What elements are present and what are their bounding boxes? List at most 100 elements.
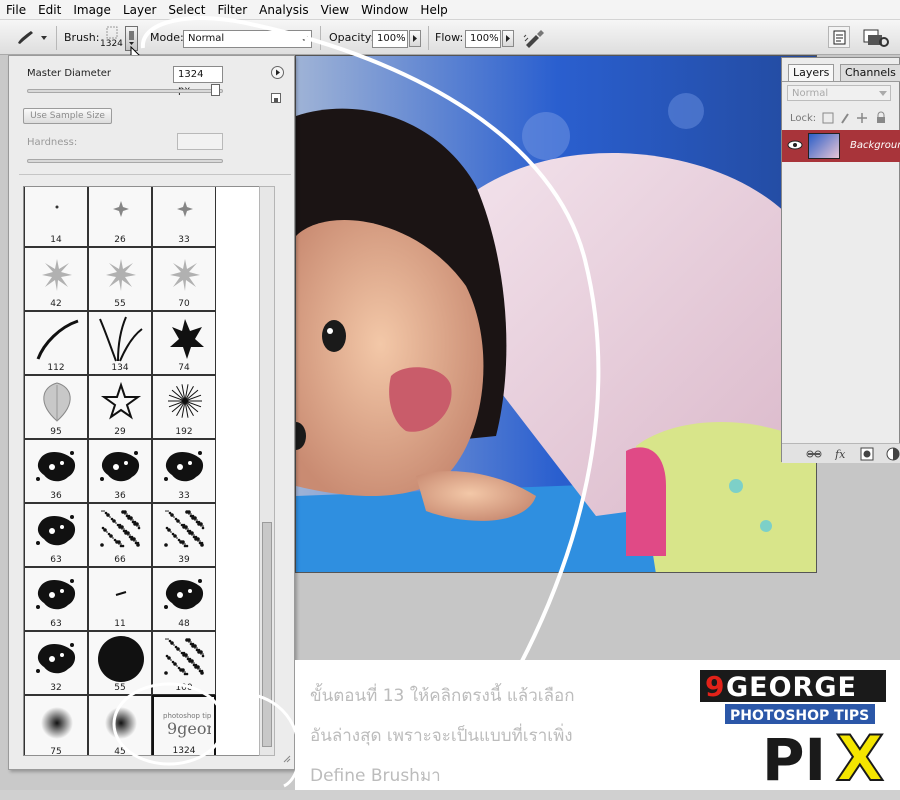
brush-preset-11[interactable]: 11 [88,567,152,631]
brush-tip-icon [55,205,59,209]
brush-preset-picker: Master Diameter 1324 px Use Sample Size … [8,55,301,788]
brush-preset-63[interactable]: 63 [24,503,88,567]
brush-tip-icon [164,510,205,548]
brush-preset-74[interactable]: 74 [152,311,216,375]
layer-thumbnail [808,133,840,159]
brush-preset-55[interactable]: 55 [88,247,152,311]
brush-tip-icon [164,451,204,482]
layers-footer: fx [782,443,900,463]
brush-preset-48[interactable]: 48 [152,567,216,631]
tutorial-highlight-circle [112,682,301,788]
svg-text:X: X [836,722,884,786]
hardness-input[interactable] [177,133,223,150]
hardness-slider[interactable] [27,159,223,163]
svg-text:PI: PI [762,726,826,786]
brush-preset-29[interactable]: 29 [88,375,152,439]
brush-preset-33[interactable]: 33 [152,187,216,247]
divider [19,174,291,175]
brush-size-label: 112 [47,363,65,373]
brush-size-label: 63 [50,619,62,629]
brush-preset-39[interactable]: 39 [152,503,216,567]
brush-size-label: 11 [114,619,126,629]
master-diameter-input[interactable]: 1324 px [173,66,223,96]
george-photoshop-tips-logo: 9 GEORGE PHOTOSHOP TIPS PI X [700,668,888,796]
brush-preset-192[interactable]: 192 [152,375,216,439]
layer-name: Background [850,140,900,151]
brush-preset-95[interactable]: 95 [24,375,88,439]
brush-preset-14[interactable]: 14 [24,187,88,247]
caption-line-1: ขั้นตอนที่ 13 ให้คลิกตรงนี้ แล้วเลือก [310,686,575,706]
eye-icon[interactable] [787,139,803,151]
brush-size-label: 42 [50,299,62,309]
hardness-label: Hardness: [27,137,78,148]
brush-size-label: 36 [50,491,62,501]
brush-size-label: 14 [50,235,62,245]
brush-size-label: 32 [50,683,62,693]
brush-preset-63[interactable]: 63 [24,567,88,631]
brush-size-label: 39 [178,555,190,565]
picker-menu-button[interactable] [271,66,284,79]
blend-mode-select[interactable]: Normal [787,85,891,101]
brush-tip-icon [100,510,141,548]
brush-preset-42[interactable]: 42 [24,247,88,311]
new-preset-icon [274,98,278,102]
brush-tip-icon [100,381,142,420]
brush-tip-icon [36,451,76,482]
new-preset-button[interactable] [271,93,281,103]
brush-size-label: 70 [178,299,190,309]
brush-preset-26[interactable]: 26 [88,187,152,247]
brush-preset-33[interactable]: 33 [152,439,216,503]
fx-icon[interactable]: fx [834,447,850,460]
brush-size-label: 36 [114,491,126,501]
brush-tip-icon [100,451,140,482]
brush-size-label: 74 [178,363,190,373]
layers-panel: Layers Channels Normal Lock: Background … [781,57,900,463]
brush-preset-70[interactable]: 70 [152,247,216,311]
tab-channels[interactable]: Channels [840,64,900,81]
brush-tip-icon [177,201,193,217]
layer-row-background[interactable]: Background [782,130,900,162]
mask-icon[interactable] [860,447,874,461]
lock-icons[interactable] [822,111,892,125]
brush-size-label: 63 [50,555,62,565]
slider-thumb[interactable] [211,84,220,96]
link-icon[interactable] [806,448,822,460]
brush-preset-134[interactable]: 134 [88,311,152,375]
brush-preset-36[interactable]: 36 [24,439,88,503]
brush-preset-32[interactable]: 32 [24,631,88,695]
brush-size-label: 55 [114,299,126,309]
brush-size-label: 26 [114,235,126,245]
svg-text:fx: fx [834,448,846,460]
brush-tip-icon [113,201,129,217]
master-diameter-slider[interactable] [27,89,223,93]
brush-tip-icon [115,591,127,596]
brush-size-label: 48 [178,619,190,629]
brush-tip-icon [170,259,200,291]
tutorial-caption: ขั้นตอนที่ 13 ให้คลิกตรงนี้ แล้วเลือก อั… [295,660,900,796]
brush-preset-66[interactable]: 66 [88,503,152,567]
brush-size-label: 134 [111,363,129,373]
brush-tip-icon [168,384,202,418]
brush-size-label: 66 [114,555,126,565]
brush-preset-36[interactable]: 36 [88,439,152,503]
brush-tip-icon [42,259,72,291]
adjustment-layer-icon[interactable] [886,447,900,461]
brush-preset-75[interactable]: 75 [24,695,88,756]
blend-mode-value: Normal [792,88,829,99]
use-sample-size-button[interactable]: Use Sample Size [23,108,112,124]
caption-line-2: อันล่างสุด เพราะจะเป็นแบบที่เราเพิ่ง [310,726,573,746]
tab-layers[interactable]: Layers [788,64,835,81]
brush-size-label: 95 [50,427,62,437]
brush-size-label: 75 [50,747,62,756]
brush-size-label: 192 [175,427,193,437]
brush-size-label: 29 [114,427,126,437]
brush-preset-112[interactable]: 112 [24,311,88,375]
master-diameter-label: Master Diameter [27,68,112,79]
brush-size-label: 33 [178,235,190,245]
brush-tip-icon [41,707,73,739]
brush-tip-icon [36,579,76,610]
brush-tip-icon [36,515,76,546]
brush-tip-icon [170,319,204,359]
bottom-strip [0,790,900,800]
brush-tip-icon [99,316,143,362]
